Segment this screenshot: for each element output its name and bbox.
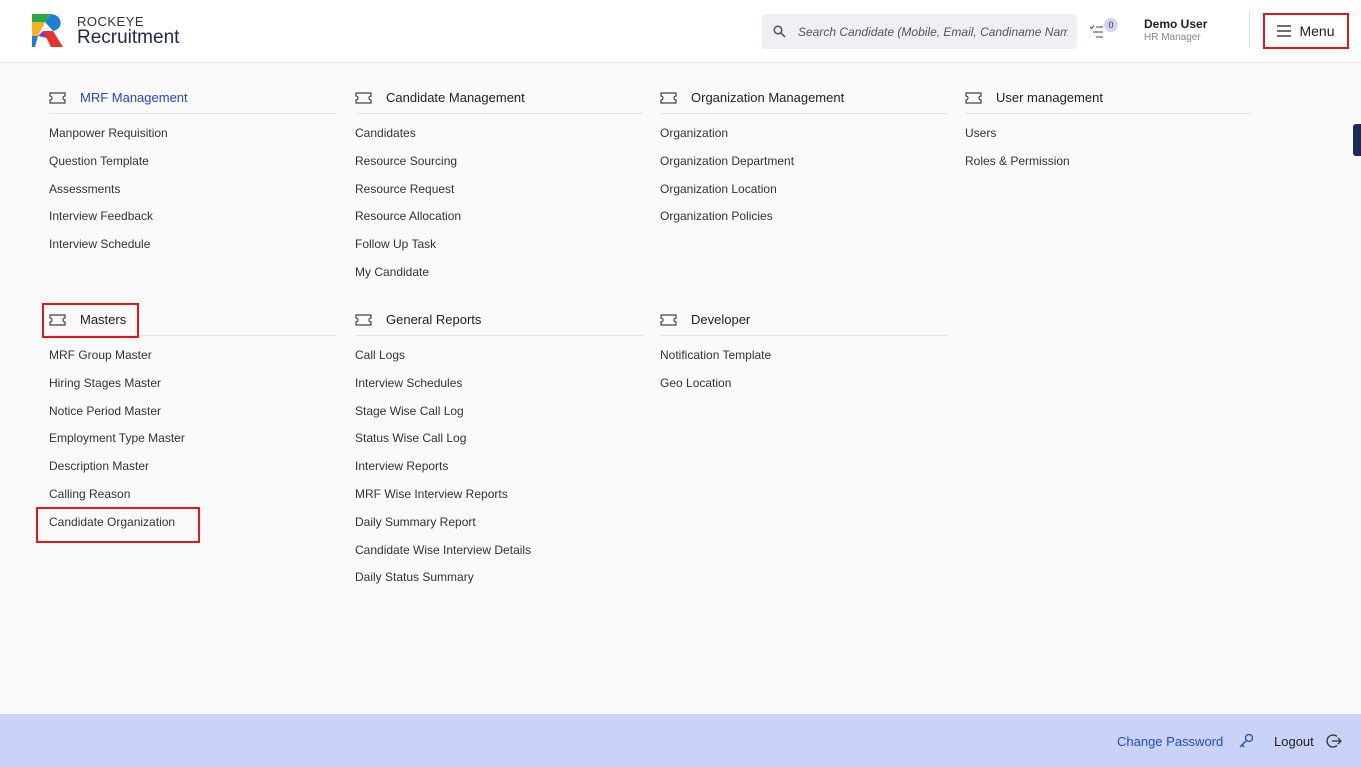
hamburger-icon bbox=[1277, 25, 1292, 37]
section-title-mrf-management[interactable]: MRF Management bbox=[80, 90, 188, 105]
menu-item-mrf-group-master[interactable]: MRF Group Master bbox=[49, 344, 337, 372]
section-title-general-reports[interactable]: General Reports bbox=[386, 312, 481, 327]
ticket-icon bbox=[355, 313, 372, 326]
top-header: ROCKEYE Recruitment 0 Demo User HR Manag… bbox=[0, 0, 1361, 63]
menu-item-resource-request[interactable]: Resource Request bbox=[355, 178, 643, 206]
section-user-management: User management Users Roles & Permission bbox=[965, 82, 1253, 178]
section-title-organization-management[interactable]: Organization Management bbox=[691, 90, 844, 105]
search-icon bbox=[773, 25, 786, 38]
notification-count-badge: 0 bbox=[1104, 18, 1118, 32]
menu-item-interview-feedback[interactable]: Interview Feedback bbox=[49, 205, 337, 233]
menu-item-my-candidate[interactable]: My Candidate bbox=[355, 261, 643, 289]
ticket-icon bbox=[355, 91, 372, 104]
section-title-user-management[interactable]: User management bbox=[996, 90, 1103, 105]
menu-item-roles-permission[interactable]: Roles & Permission bbox=[965, 150, 1253, 178]
menu-item-description-master[interactable]: Description Master bbox=[49, 455, 337, 483]
key-icon[interactable] bbox=[1238, 733, 1254, 749]
section-masters: Masters MRF Group Master Hiring Stages M… bbox=[49, 304, 337, 539]
menu-item-users[interactable]: Users bbox=[965, 122, 1253, 150]
brand-name: Recruitment bbox=[77, 27, 180, 48]
menu-item-candidates[interactable]: Candidates bbox=[355, 122, 643, 150]
menu-list: MRF Group Master Hiring Stages Master No… bbox=[49, 344, 337, 539]
logout-link[interactable]: Logout bbox=[1274, 734, 1314, 749]
menu-item-status-wise-call-log[interactable]: Status Wise Call Log bbox=[355, 427, 643, 455]
menu-item-candidate-organization[interactable]: Candidate Organization bbox=[49, 511, 337, 539]
menu-item-interview-schedules[interactable]: Interview Schedules bbox=[355, 372, 643, 400]
menu-item-interview-reports[interactable]: Interview Reports bbox=[355, 455, 643, 483]
menu-item-interview-schedule[interactable]: Interview Schedule bbox=[49, 233, 337, 261]
section-organization-management: Organization Management Organization Org… bbox=[660, 82, 948, 233]
rockeye-logo[interactable] bbox=[29, 11, 65, 49]
menu-item-hiring-stages-master[interactable]: Hiring Stages Master bbox=[49, 372, 337, 400]
side-panel-tab[interactable] bbox=[1353, 124, 1361, 156]
menu-item-daily-summary-report[interactable]: Daily Summary Report bbox=[355, 511, 643, 539]
menu-list: Users Roles & Permission bbox=[965, 122, 1253, 178]
menu-item-notification-template[interactable]: Notification Template bbox=[660, 344, 948, 372]
section-general-reports: General Reports Call Logs Interview Sche… bbox=[355, 304, 643, 594]
menu-button[interactable]: Menu bbox=[1263, 13, 1349, 49]
logout-icon[interactable] bbox=[1326, 733, 1342, 749]
section-title-masters[interactable]: Masters bbox=[80, 312, 126, 327]
menu-item-daily-status-summary[interactable]: Daily Status Summary bbox=[355, 566, 643, 594]
header-divider bbox=[1249, 12, 1250, 49]
menu-item-resource-allocation[interactable]: Resource Allocation bbox=[355, 205, 643, 233]
menu-button-label: Menu bbox=[1299, 23, 1335, 39]
search-bar bbox=[762, 14, 1077, 49]
section-header: Masters bbox=[49, 304, 337, 336]
checklist-icon bbox=[1089, 25, 1103, 38]
menu-item-organization-policies[interactable]: Organization Policies bbox=[660, 205, 948, 233]
section-header: Organization Management bbox=[660, 82, 948, 114]
ticket-icon bbox=[49, 91, 66, 104]
menu-list: Notification Template Geo Location bbox=[660, 344, 948, 400]
ticket-icon bbox=[49, 313, 66, 326]
menu-item-organization-department[interactable]: Organization Department bbox=[660, 150, 948, 178]
section-header: User management bbox=[965, 82, 1253, 114]
menu-item-calling-reason[interactable]: Calling Reason bbox=[49, 483, 337, 511]
menu-list: Manpower Requisition Question Template A… bbox=[49, 122, 337, 261]
section-header: Developer bbox=[660, 304, 948, 336]
menu-item-assessments[interactable]: Assessments bbox=[49, 178, 337, 206]
menu-item-resource-sourcing[interactable]: Resource Sourcing bbox=[355, 150, 643, 178]
section-mrf-management: MRF Management Manpower Requisition Ques… bbox=[49, 82, 337, 261]
menu-item-mrf-wise-interview-reports[interactable]: MRF Wise Interview Reports bbox=[355, 483, 643, 511]
menu-item-call-logs[interactable]: Call Logs bbox=[355, 344, 643, 372]
menu-list: Organization Organization Department Org… bbox=[660, 122, 948, 233]
section-title-candidate-management[interactable]: Candidate Management bbox=[386, 90, 525, 105]
menu-list: Call Logs Interview Schedules Stage Wise… bbox=[355, 344, 643, 594]
ticket-icon bbox=[660, 91, 677, 104]
menu-item-candidate-wise-interview-details[interactable]: Candidate Wise Interview Details bbox=[355, 539, 643, 567]
menu-item-employment-type-master[interactable]: Employment Type Master bbox=[49, 427, 337, 455]
menu-list: Candidates Resource Sourcing Resource Re… bbox=[355, 122, 643, 289]
menu-item-manpower-requisition[interactable]: Manpower Requisition bbox=[49, 122, 337, 150]
section-header: MRF Management bbox=[49, 82, 337, 114]
menu-item-organization[interactable]: Organization bbox=[660, 122, 948, 150]
change-password-link[interactable]: Change Password bbox=[1117, 734, 1223, 749]
user-name[interactable]: Demo User bbox=[1144, 17, 1207, 31]
section-title-developer[interactable]: Developer bbox=[691, 312, 750, 327]
menu-item-stage-wise-call-log[interactable]: Stage Wise Call Log bbox=[355, 400, 643, 428]
user-role: HR Manager bbox=[1144, 32, 1201, 43]
section-header: General Reports bbox=[355, 304, 643, 336]
menu-item-organization-location[interactable]: Organization Location bbox=[660, 178, 948, 206]
section-header: Candidate Management bbox=[355, 82, 643, 114]
notification-button[interactable]: 0 bbox=[1089, 18, 1119, 42]
menu-item-follow-up-task[interactable]: Follow Up Task bbox=[355, 233, 643, 261]
footer-bar: Change Password Logout bbox=[0, 714, 1361, 767]
menu-item-question-template[interactable]: Question Template bbox=[49, 150, 337, 178]
menu-item-notice-period-master[interactable]: Notice Period Master bbox=[49, 400, 337, 428]
section-developer: Developer Notification Template Geo Loca… bbox=[660, 304, 948, 400]
section-candidate-management: Candidate Management Candidates Resource… bbox=[355, 82, 643, 289]
search-input[interactable] bbox=[798, 24, 1068, 39]
menu-item-geo-location[interactable]: Geo Location bbox=[660, 372, 948, 400]
ticket-icon bbox=[965, 91, 982, 104]
ticket-icon bbox=[660, 313, 677, 326]
